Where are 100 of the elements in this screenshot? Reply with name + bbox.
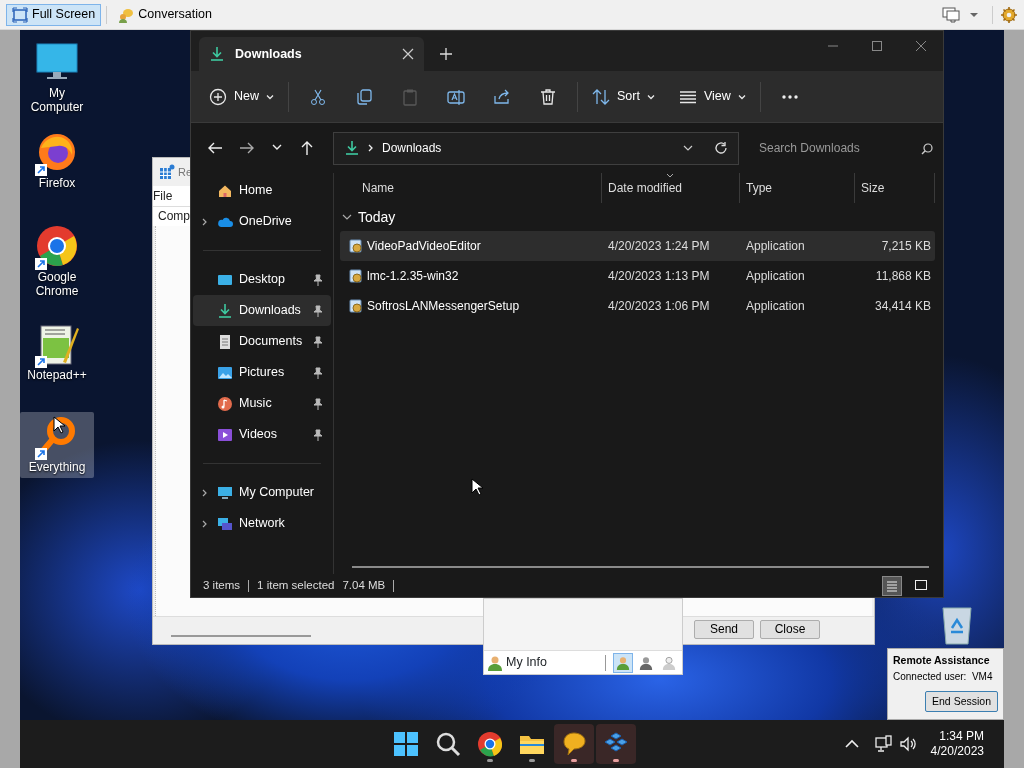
- speech-bubble-icon: [560, 730, 588, 758]
- end-session-button[interactable]: End Session: [925, 691, 998, 712]
- taskbar-button[interactable]: [554, 724, 594, 764]
- file-row[interactable]: VideoPadVideoEditor 4/20/2023 1:24 PM Application 7,215 KB: [340, 231, 935, 261]
- icon-label: Firefox: [38, 176, 76, 191]
- network-icon[interactable]: [874, 735, 893, 753]
- status-text: 1 item selected: [257, 577, 335, 593]
- sidebar-item[interactable]: Home: [193, 175, 331, 206]
- sort-button[interactable]: Sort: [584, 79, 663, 114]
- up-arrow-icon[interactable]: [299, 140, 315, 156]
- refresh-icon[interactable]: [714, 141, 728, 155]
- document-icon: [217, 333, 233, 350]
- file-name: lmc-1.2.35-win32: [367, 268, 459, 285]
- sidebar-item[interactable]: Videos: [193, 419, 331, 450]
- sidebar-item[interactable]: Pictures: [193, 357, 331, 388]
- icon-label: Everything: [28, 460, 86, 475]
- search-field[interactable]: Search Downloads: [751, 131, 945, 165]
- chevron-right-icon[interactable]: [201, 217, 209, 226]
- person-icon: [639, 655, 653, 670]
- tab[interactable]: Comp: [158, 207, 190, 225]
- table-cell: 7,215 KB: [881, 239, 931, 253]
- sidebar-item[interactable]: Network: [193, 508, 331, 539]
- desktop-shortcut[interactable]: Google Chrome: [20, 222, 94, 303]
- close-icon[interactable]: [915, 40, 927, 52]
- rename-icon: [447, 87, 465, 106]
- address-field[interactable]: Downloads: [333, 131, 739, 165]
- sidebar-item[interactable]: Music: [193, 388, 331, 419]
- connection-text: Connected user: VM4: [893, 670, 994, 684]
- video-icon: [217, 426, 233, 443]
- new-button[interactable]: New: [201, 79, 282, 114]
- table-cell: 4/20/2023 1:06 PM: [608, 299, 710, 313]
- clock-date[interactable]: 4/20/2023: [930, 744, 984, 759]
- sidebar-item[interactable]: Desktop: [193, 264, 331, 295]
- window-tab[interactable]: Downloads: [199, 37, 424, 71]
- clock-time[interactable]: 1:34 PM: [930, 729, 984, 744]
- column-header[interactable]: Size: [861, 179, 885, 197]
- sort-icon: [592, 87, 610, 106]
- close-icon[interactable]: [402, 48, 414, 60]
- installer-icon: [348, 268, 364, 284]
- forward-arrow-icon[interactable]: [239, 140, 255, 156]
- desktop-shortcut[interactable]: Firefox: [20, 128, 94, 195]
- status-button[interactable]: [613, 652, 633, 673]
- chevron-down-icon: [266, 92, 274, 101]
- clipboard-icon: [401, 87, 419, 106]
- column-header[interactable]: Name: [362, 179, 394, 197]
- person-icon: [616, 655, 630, 670]
- dialog-button[interactable]: Close: [760, 620, 820, 639]
- sidebar-item[interactable]: Documents: [193, 326, 331, 357]
- file-row[interactable]: lmc-1.2.35-win32 4/20/2023 1:13 PM Application 11,868 KB: [340, 261, 935, 291]
- plus-circle-icon: [209, 87, 227, 106]
- sidebar-item[interactable]: OneDrive: [193, 206, 331, 237]
- column-header[interactable]: Date modified: [608, 179, 683, 197]
- file-row[interactable]: SoftrosLANMessengerSetup 4/20/2023 1:06 PM Application 34,414 KB: [340, 291, 935, 321]
- icon-label: Google Chrome: [34, 270, 80, 299]
- table-cell: Application: [746, 239, 805, 253]
- back-arrow-icon[interactable]: [207, 140, 223, 156]
- monitor-icon[interactable]: [942, 6, 960, 23]
- chevron-right-icon[interactable]: [201, 488, 209, 497]
- recycle-bin-icon: [940, 604, 974, 646]
- table-cell: 4/20/2023 1:24 PM: [608, 239, 710, 253]
- dialog-button[interactable]: Send: [694, 620, 754, 639]
- search-icon: [921, 142, 933, 155]
- toolbar-button[interactable]: Conversation: [112, 3, 218, 26]
- sidebar-item[interactable]: Downloads: [193, 295, 331, 326]
- group-header[interactable]: Today: [340, 203, 935, 231]
- search-icon: [434, 730, 462, 758]
- desktop-shortcut[interactable]: Everything: [20, 412, 94, 479]
- column-header[interactable]: Type: [746, 179, 772, 197]
- toolbar-button[interactable]: Full Screen: [6, 3, 102, 26]
- chevron-right-icon[interactable]: [201, 519, 209, 528]
- chevron-up-icon[interactable]: [844, 739, 859, 749]
- view-button[interactable]: View: [670, 79, 754, 114]
- desktop-shortcut[interactable]: Notepad++: [20, 320, 94, 387]
- people-chat-icon: [118, 6, 135, 23]
- browser-icon: [476, 730, 504, 758]
- person-icon: [662, 655, 676, 670]
- cursor-icon: [53, 416, 65, 434]
- copy-icon: [355, 87, 373, 106]
- start-icon: [392, 730, 420, 758]
- table-cell: 34,414 KB: [874, 299, 931, 313]
- download-icon: [344, 140, 360, 156]
- menu-item[interactable]: File: [153, 187, 173, 205]
- sidebar-item[interactable]: My Computer: [193, 477, 331, 508]
- more-icon[interactable]: [780, 93, 799, 100]
- scissors-icon: [309, 87, 327, 106]
- plus-icon[interactable]: [439, 47, 453, 61]
- desktop-shortcut[interactable]: My Computer: [20, 38, 94, 119]
- music-icon: [217, 395, 233, 412]
- download-icon: [209, 46, 225, 62]
- table-cell: 4/20/2023 1:13 PM: [608, 269, 710, 283]
- table-cell: Application: [746, 269, 805, 283]
- fullscreen-icon: [12, 6, 28, 23]
- status-text: 7.04 MB: [342, 577, 386, 593]
- network-icon: [217, 515, 233, 532]
- view-toggle[interactable]: [882, 575, 902, 596]
- maximize-icon[interactable]: [871, 40, 883, 52]
- picture-icon: [217, 364, 233, 381]
- volume-icon[interactable]: [898, 735, 917, 753]
- gear-icon[interactable]: [1000, 5, 1018, 24]
- download-icon: [217, 302, 233, 319]
